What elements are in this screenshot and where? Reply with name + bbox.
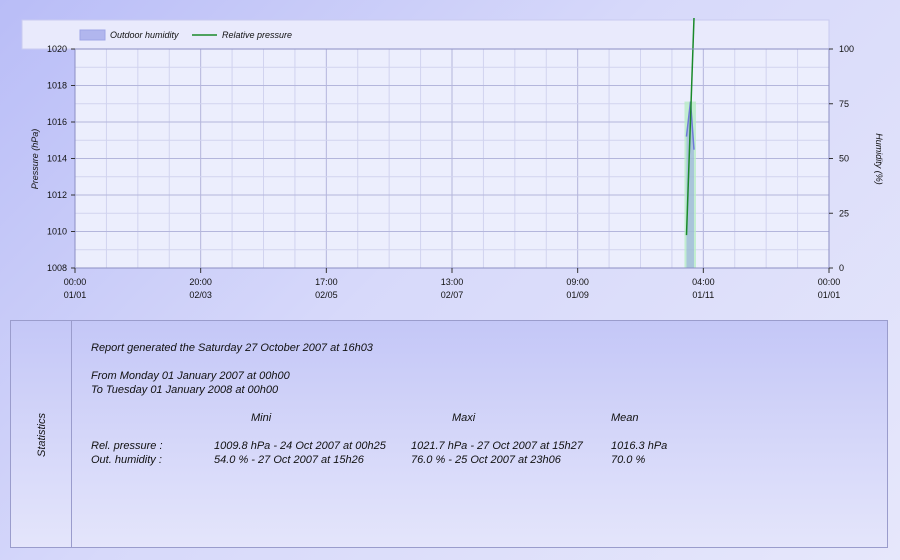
x-axis-tick-time: 09:00 — [566, 277, 589, 287]
report-generated-line: Report generated the Saturday 27 October… — [91, 342, 373, 354]
y-axis-title: Pressure (hPa) — [30, 129, 40, 190]
period-from-line: From Monday 01 January 2007 at 00h00 — [91, 370, 290, 382]
statistics-label: Statistics — [36, 412, 48, 458]
y-axis-tick-label: 1010 — [47, 227, 67, 237]
x-axis-tick-time: 17:00 — [315, 277, 338, 287]
row-humidity-mean: 70.0 % — [611, 454, 646, 466]
x-axis-tick-date: 02/05 — [315, 290, 338, 300]
x-axis-tick-date: 01/11 — [692, 290, 714, 300]
y-axis-tick-label: 1008 — [47, 263, 67, 273]
row-pressure-maxi: 1021.7 hPa - 27 Oct 2007 at 15h27 — [411, 440, 583, 452]
header-mean: Mean — [611, 412, 639, 424]
x-axis-tick-time: 20:00 — [189, 277, 212, 287]
x-axis-tick-date: 01/01 — [64, 290, 87, 300]
legend-pressure-label: Relative pressure — [222, 30, 292, 40]
statistics-panel: Statistics Report generated the Saturday… — [10, 320, 888, 548]
y-axis-tick-label: 1018 — [47, 81, 67, 91]
y2-axis-tick-label: 50 — [839, 154, 849, 164]
y2-axis-title: Humidity (%) — [874, 133, 884, 185]
legend-humidity-swatch — [79, 29, 106, 41]
period-to-line: To Tuesday 01 January 2008 at 00h00 — [91, 384, 279, 396]
x-axis-tick-date: 01/09 — [566, 290, 589, 300]
x-axis-tick-date: 02/07 — [441, 290, 464, 300]
x-axis-tick-date: 01/01 — [818, 290, 841, 300]
y2-axis-tick-label: 0 — [839, 263, 844, 273]
row-pressure-mini: 1009.8 hPa - 24 Oct 2007 at 00h25 — [214, 440, 386, 452]
y2-axis-tick-label: 25 — [839, 208, 849, 218]
row-pressure-label: Rel. pressure : — [91, 440, 163, 452]
row-humidity-label: Out. humidity : — [91, 454, 162, 466]
y-axis-tick-label: 1020 — [47, 44, 67, 54]
row-humidity-maxi: 76.0 % - 25 Oct 2007 at 23h06 — [411, 454, 561, 466]
y2-axis-tick-label: 100 — [839, 44, 854, 54]
x-axis-tick-time: 00:00 — [818, 277, 841, 287]
x-axis-tick-date: 02/03 — [189, 290, 212, 300]
y-axis-tick-label: 1014 — [47, 154, 67, 164]
header-mini: Mini — [251, 412, 272, 424]
row-pressure-mean: 1016.3 hPa — [611, 440, 668, 452]
row-humidity-mini: 54.0 % - 27 Oct 2007 at 15h26 — [214, 454, 364, 466]
legend-humidity-label: Outdoor humidity — [110, 30, 179, 40]
header-maxi: Maxi — [452, 412, 476, 424]
statistics-side-tab: Statistics — [11, 321, 72, 547]
x-axis-tick-time: 13:00 — [441, 277, 464, 287]
weather-chart: 1008 1010 1012 1014 1016 1018 1020 0 25 50 75 100 00… — [21, 17, 884, 300]
y-axis-tick-label: 1016 — [47, 117, 67, 127]
y2-axis-tick-label: 75 — [839, 99, 849, 109]
x-axis-tick-time: 00:00 — [64, 277, 87, 287]
y-axis-tick-label: 1012 — [47, 190, 67, 200]
x-axis-tick-time: 04:00 — [692, 277, 715, 287]
